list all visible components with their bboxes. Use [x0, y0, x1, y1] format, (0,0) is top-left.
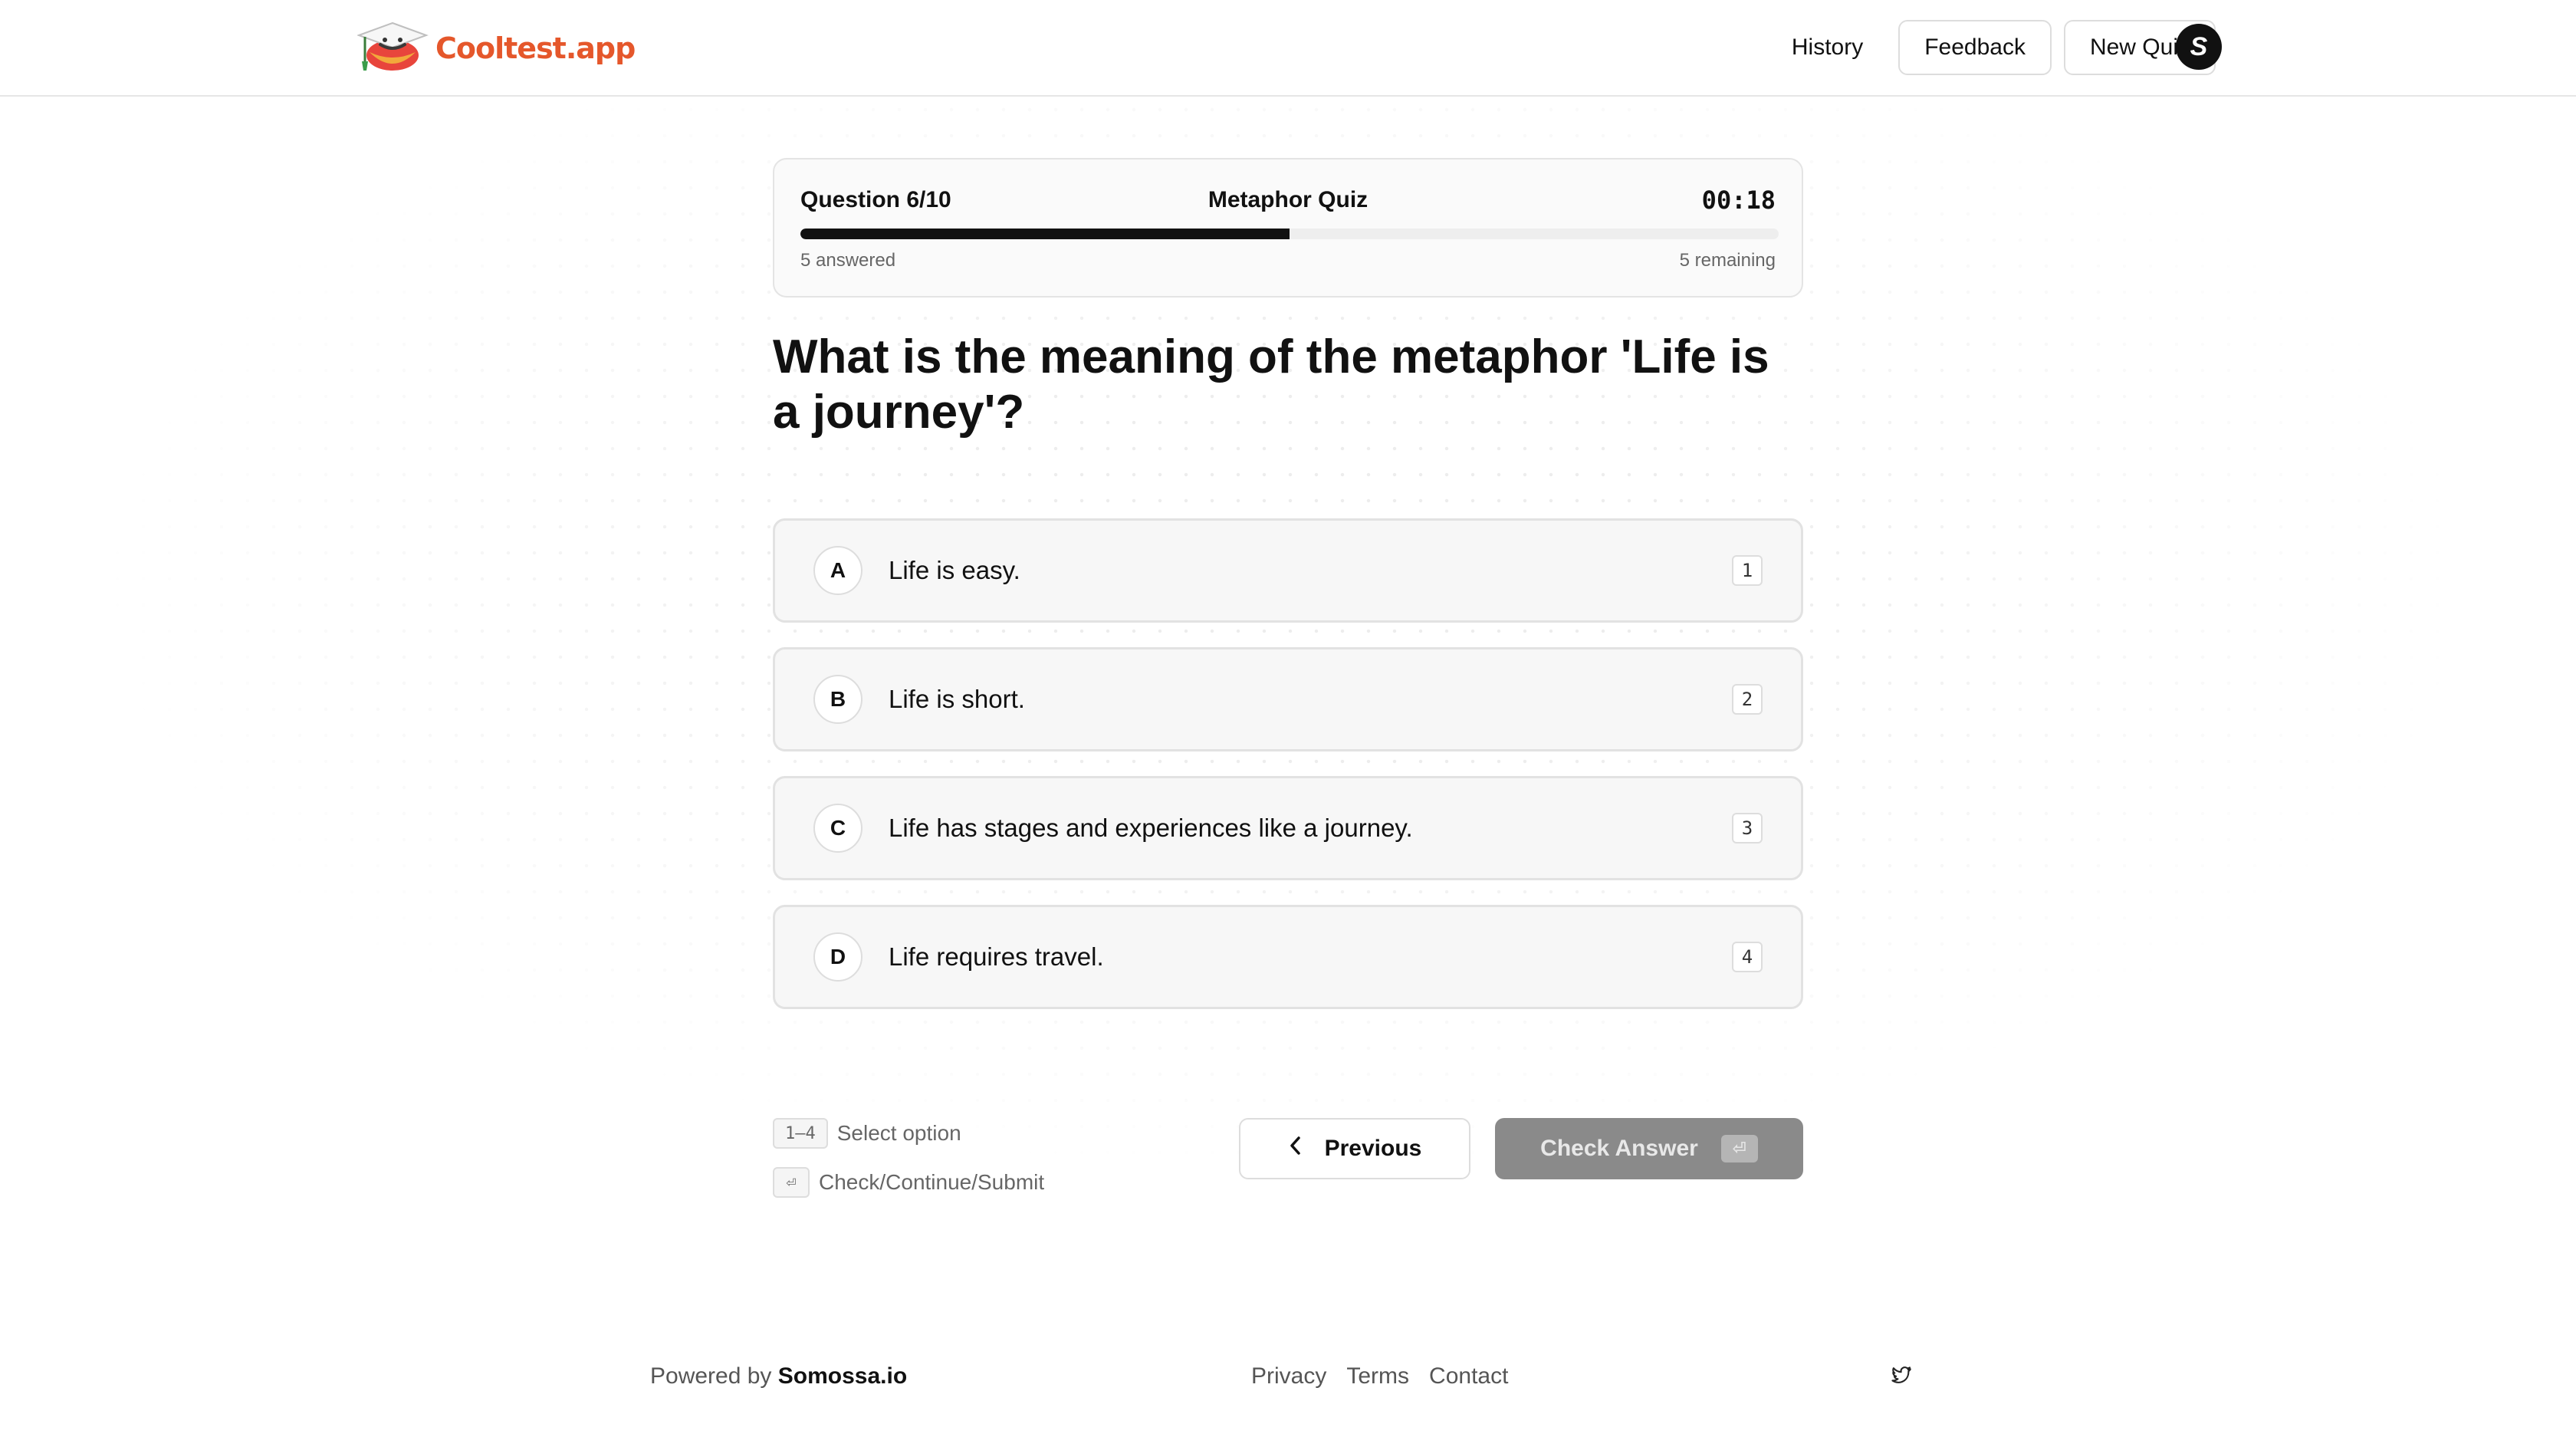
- option-letter: D: [813, 932, 863, 982]
- option-shortcut-key: 4: [1732, 942, 1763, 972]
- select-shortcut-key: 1–4: [773, 1118, 828, 1149]
- option-letter: B: [813, 675, 863, 724]
- option-text: Life is easy.: [889, 556, 1020, 584]
- footer-links: Privacy Terms Contact: [1251, 1363, 1508, 1389]
- privacy-link[interactable]: Privacy: [1251, 1363, 1326, 1389]
- graduation-cap-icon: [356, 18, 431, 79]
- option-b[interactable]: B Life is short. 2: [773, 647, 1803, 751]
- option-text: Life has stages and experiences like a j…: [889, 814, 1413, 842]
- option-shortcut-key: 1: [1732, 555, 1763, 586]
- powered-by-label: Powered by: [650, 1363, 772, 1389]
- logo[interactable]: Cooltest.app: [356, 18, 636, 79]
- powered-by: Powered by Somossa.io: [650, 1363, 907, 1389]
- option-shortcut-key: 3: [1732, 813, 1763, 843]
- chevron-left-icon: [1288, 1136, 1303, 1162]
- check-answer-label: Check Answer: [1540, 1136, 1698, 1161]
- contact-link[interactable]: Contact: [1429, 1363, 1508, 1389]
- option-d[interactable]: D Life requires travel. 4: [773, 905, 1803, 1009]
- enter-key-icon: ⏎: [1720, 1135, 1758, 1162]
- select-hint-label: Select option: [836, 1121, 961, 1145]
- avatar-letter: S: [2190, 31, 2208, 61]
- question-text: What is the meaning of the metaphor 'Lif…: [773, 330, 1769, 439]
- remaining-count: 5 remaining: [1679, 250, 1776, 271]
- option-c[interactable]: C Life has stages and experiences like a…: [773, 776, 1803, 880]
- option-text: Life is short.: [889, 685, 1025, 713]
- logo-text: Cooltest.app: [435, 31, 636, 65]
- option-letter: C: [813, 804, 863, 853]
- option-letter: A: [813, 546, 863, 595]
- progress-card: Question 6/10 Metaphor Quiz 00:18 5 answ…: [773, 158, 1803, 298]
- brand-link[interactable]: Somossa.io: [778, 1363, 907, 1389]
- twitter-icon[interactable]: [1891, 1365, 1912, 1386]
- option-shortcut-key: 2: [1732, 684, 1763, 715]
- main-nav: History Feedback New Quiz: [1769, 18, 2216, 77]
- terms-link[interactable]: Terms: [1346, 1363, 1409, 1389]
- history-link[interactable]: History: [1769, 35, 1886, 61]
- option-a[interactable]: A Life is easy. 1: [773, 518, 1803, 623]
- check-hint: ⏎ Check/Continue/Submit: [773, 1167, 1044, 1198]
- check-answer-button[interactable]: Check Answer ⏎: [1495, 1118, 1803, 1179]
- select-hint: 1–4 Select option: [773, 1118, 961, 1149]
- top-header: Cooltest.app History Feedback New Quiz S: [0, 0, 2576, 97]
- progress-bar: [800, 229, 1779, 239]
- timer: 00:18: [1701, 186, 1776, 215]
- previous-button[interactable]: Previous: [1239, 1118, 1470, 1179]
- feedback-button[interactable]: Feedback: [1898, 20, 2052, 75]
- option-text: Life requires travel.: [889, 942, 1104, 971]
- avatar[interactable]: S: [2176, 24, 2222, 70]
- enter-key-icon: ⏎: [773, 1167, 810, 1198]
- progress-bar-fill: [800, 229, 1290, 239]
- answered-count: 5 answered: [800, 250, 896, 271]
- previous-label: Previous: [1324, 1136, 1422, 1161]
- check-hint-label: Check/Continue/Submit: [819, 1170, 1045, 1194]
- quiz-title: Metaphor Quiz: [1208, 187, 1368, 212]
